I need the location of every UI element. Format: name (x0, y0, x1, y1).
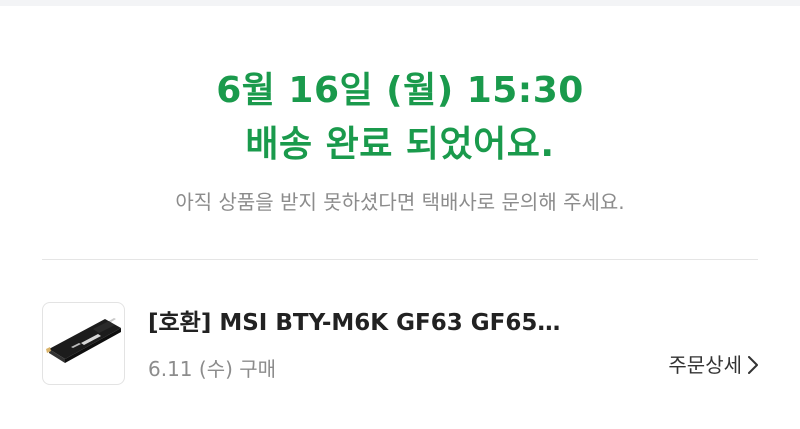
order-detail-link[interactable]: 주문상세 (668, 349, 758, 381)
product-name[interactable]: [호환] MSI BTY-M6K GF63 GF65… (148, 304, 648, 342)
product-row[interactable]: [호환] MSI BTY-M6K GF63 GF65… 6.11 (수) 구매 … (42, 302, 758, 386)
purchase-date: 6.11 (수) 구매 (148, 357, 277, 381)
delivery-notice: 아직 상품을 받지 못하셨다면 택배사로 문의해 주세요. (175, 190, 625, 214)
top-band (0, 0, 800, 6)
order-detail-label: 주문상세 (668, 353, 742, 377)
chevron-right-icon (748, 356, 758, 374)
delivery-datetime: 6월 16일 (월) 15:30 (216, 70, 584, 111)
divider (42, 259, 758, 260)
delivery-status: 6월 16일 (월) 15:30 배송 완료 되었어요. (0, 64, 800, 172)
battery-product-icon (46, 318, 121, 363)
product-thumbnail[interactable] (42, 302, 125, 385)
delivery-status-text: 배송 완료 되었어요. (245, 124, 555, 165)
